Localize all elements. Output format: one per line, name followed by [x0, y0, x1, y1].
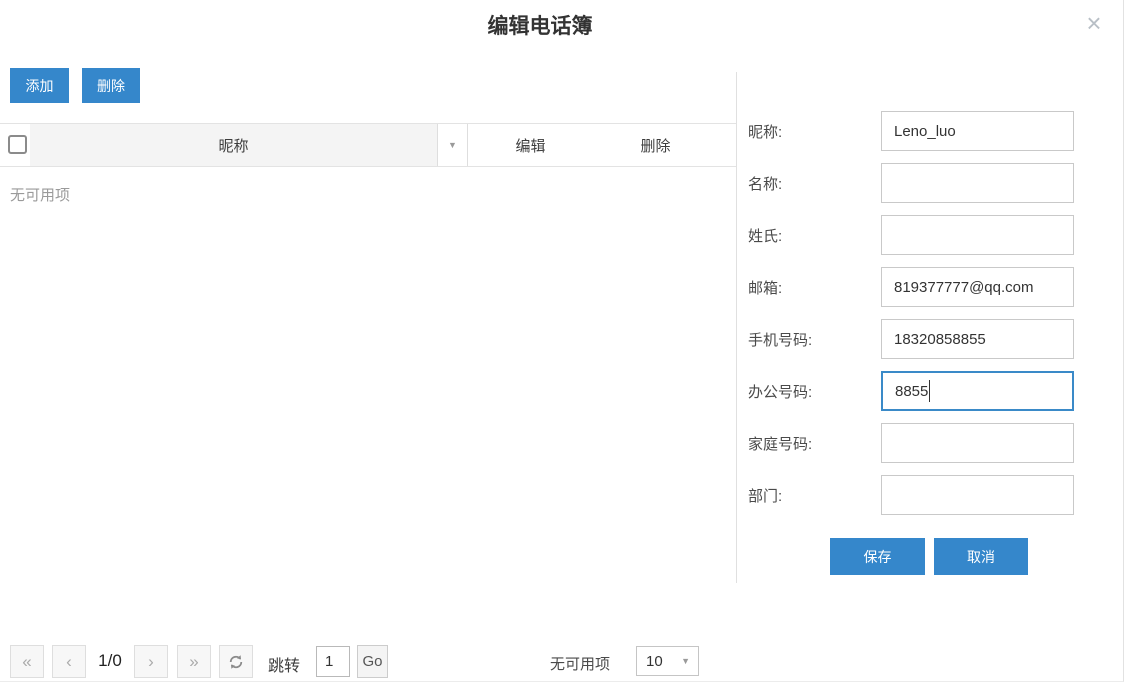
page-size-select[interactable]: 10 ▼ — [636, 646, 699, 676]
form-row-email: 邮箱: — [748, 267, 1078, 307]
text-cursor — [929, 380, 930, 402]
column-header-nickname: 昵称 — [30, 124, 437, 166]
nickname-label: 昵称: — [748, 121, 881, 142]
cancel-button[interactable]: 取消 — [934, 538, 1028, 575]
prev-page-button[interactable]: ‹ — [52, 645, 86, 678]
pagination-empty-text: 无可用项 — [550, 653, 610, 674]
first-page-button[interactable]: « — [10, 645, 44, 678]
table-empty-text: 无可用项 — [10, 184, 70, 205]
form-row-department: 部门: — [748, 475, 1078, 515]
next-page-button[interactable]: › — [134, 645, 168, 678]
form-row-nickname: 昵称: — [748, 111, 1078, 151]
column-header-delete: 删除 — [593, 124, 718, 166]
form-row-lastname: 姓氏: — [748, 215, 1078, 255]
delete-button[interactable]: 删除 — [82, 68, 140, 103]
lastname-label: 姓氏: — [748, 225, 881, 246]
form-row-home: 家庭号码: — [748, 423, 1078, 463]
home-number-label: 家庭号码: — [748, 433, 881, 454]
chevron-down-icon: ▼ — [681, 656, 698, 666]
jump-page-input[interactable] — [316, 646, 350, 677]
lastname-field[interactable] — [881, 215, 1074, 255]
form-row-mobile: 手机号码: — [748, 319, 1078, 359]
refresh-icon — [228, 654, 244, 670]
add-button[interactable]: 添加 — [10, 68, 69, 103]
panel-divider — [736, 72, 737, 583]
sort-dropdown-icon[interactable]: ▼ — [437, 124, 468, 166]
mobile-number-field[interactable] — [881, 319, 1074, 359]
department-label: 部门: — [748, 485, 881, 506]
jump-label: 跳转 — [268, 652, 300, 676]
home-number-field[interactable] — [881, 423, 1074, 463]
firstname-label: 名称: — [748, 173, 881, 194]
last-page-button[interactable]: » — [177, 645, 211, 678]
form-row-firstname: 名称: — [748, 163, 1078, 203]
column-header-edit: 编辑 — [468, 124, 593, 166]
phonebook-table-header: 昵称 ▼ 编辑 删除 — [0, 123, 736, 167]
firstname-field[interactable] — [881, 163, 1074, 203]
nickname-field[interactable] — [881, 111, 1074, 151]
select-all-checkbox[interactable] — [8, 135, 27, 154]
refresh-button[interactable] — [219, 645, 253, 678]
save-button[interactable]: 保存 — [830, 538, 925, 575]
office-number-field[interactable] — [881, 371, 1074, 411]
select-all-cell — [0, 124, 30, 166]
close-icon[interactable]: × — [1078, 8, 1110, 40]
office-number-label: 办公号码: — [748, 381, 881, 402]
email-label: 邮箱: — [748, 277, 881, 298]
go-button[interactable]: Go — [357, 645, 388, 678]
page-title: 编辑电话簿 — [0, 10, 1080, 40]
form-row-office: 办公号码: — [748, 371, 1078, 411]
department-field[interactable] — [881, 475, 1074, 515]
contact-form: 昵称: 名称: 姓氏: 邮箱: 手机号码: 办公号码: 家庭号码: 部门: — [748, 111, 1078, 527]
edit-phonebook-dialog: { "dialog": { "title": "编辑电话簿" }, "icons… — [0, 0, 1124, 682]
page-size-value: 10 — [637, 653, 681, 670]
page-indicator: 1/0 — [90, 651, 130, 671]
mobile-number-label: 手机号码: — [748, 329, 881, 350]
email-field[interactable] — [881, 267, 1074, 307]
